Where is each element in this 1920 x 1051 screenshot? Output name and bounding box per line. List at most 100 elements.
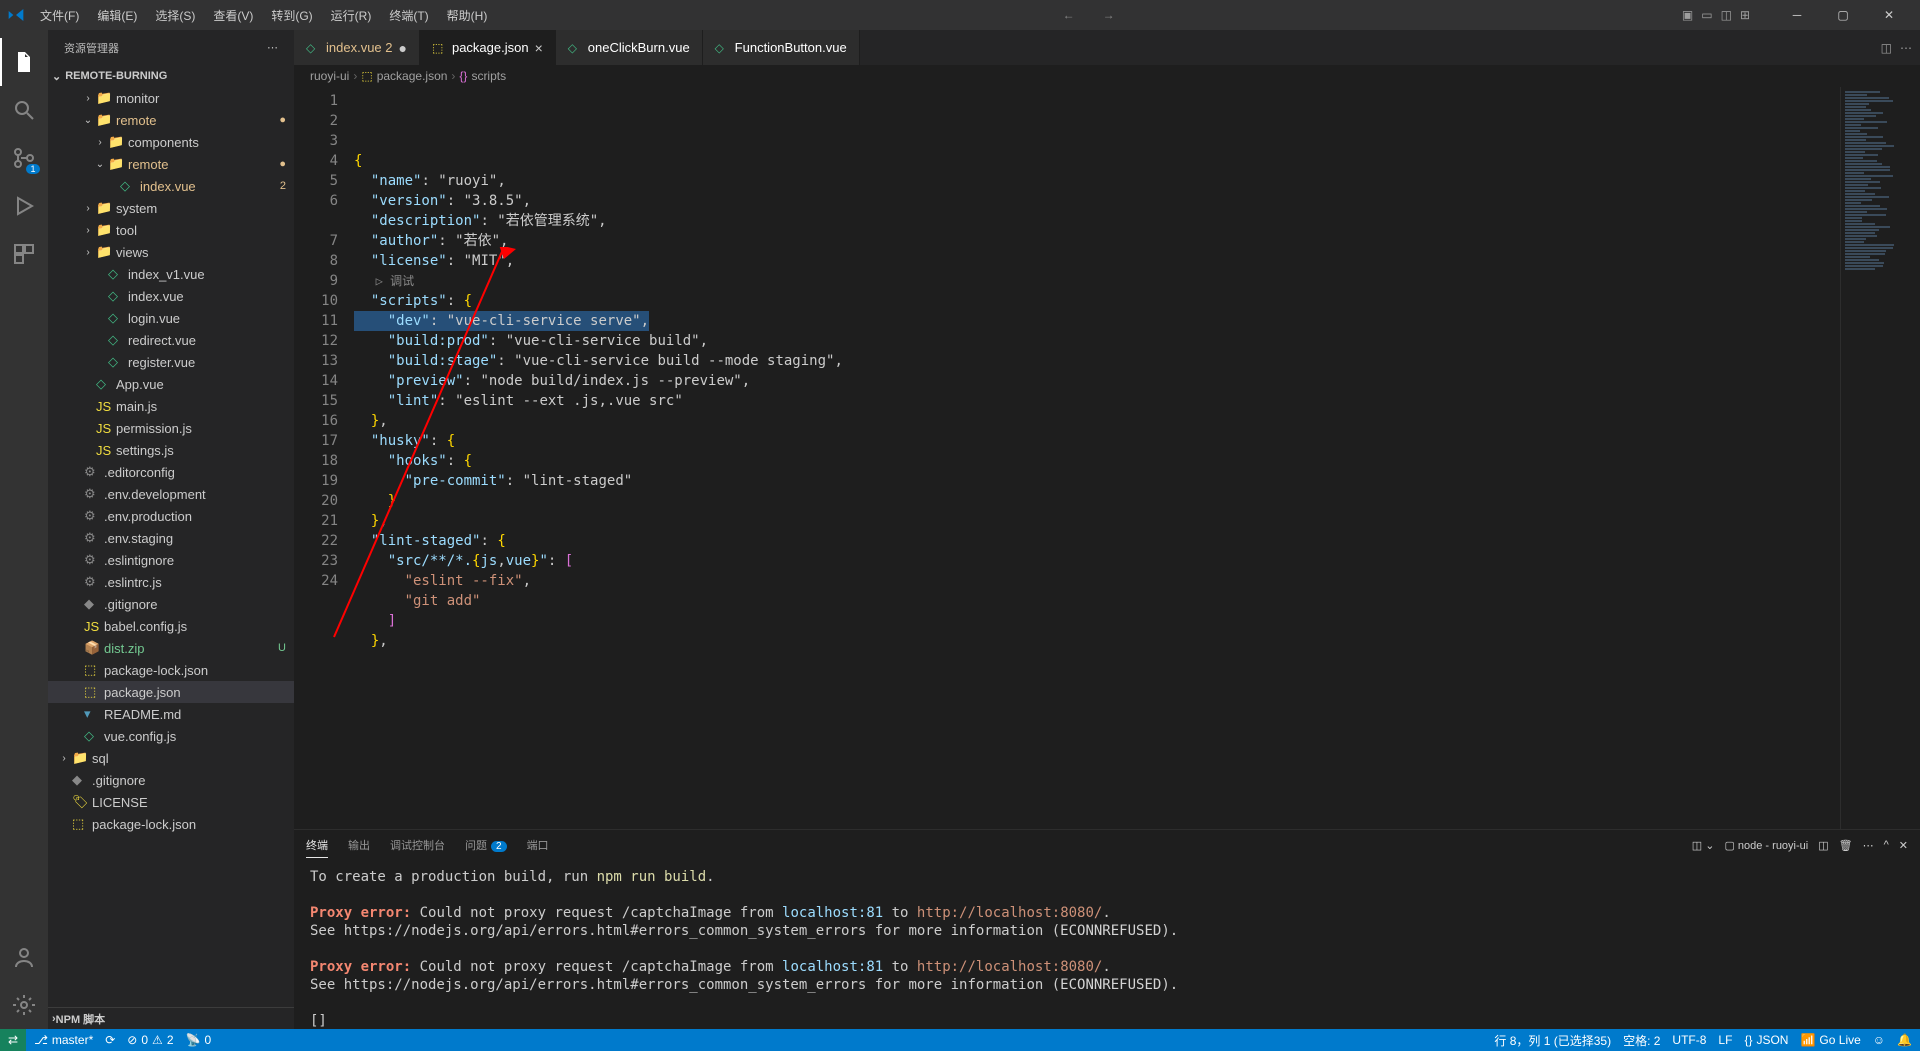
code-line-12[interactable]: "lint": "eslint --ext .js,.vue src" xyxy=(354,391,1840,411)
terminal-split-icon[interactable]: ◫ ⌄ xyxy=(1692,839,1715,852)
activity-debug[interactable] xyxy=(0,182,48,230)
nav-back-icon[interactable]: ← xyxy=(1059,8,1079,22)
tree-item-permission-js[interactable]: JSpermission.js xyxy=(48,417,294,439)
status-golive[interactable]: 📶 Go Live xyxy=(1800,1033,1860,1047)
status-problems[interactable]: ⊘ 0 ⚠ 2 xyxy=(127,1033,173,1047)
code-line-22[interactable]: "git add" xyxy=(354,591,1840,611)
tree-item--editorconfig[interactable]: ⚙.editorconfig xyxy=(48,461,294,483)
tree-item-app-vue[interactable]: ◇App.vue xyxy=(48,373,294,395)
window-maximize-button[interactable]: ▢ xyxy=(1820,0,1866,30)
tree-item-settings-js[interactable]: JSsettings.js xyxy=(48,439,294,461)
tree-item-tool[interactable]: ›📁tool xyxy=(48,219,294,241)
code-editor[interactable]: 123456789101112131415161718192021222324 … xyxy=(294,87,1920,829)
layout-panel-icon[interactable]: ▭ xyxy=(1701,8,1712,22)
code-line-24[interactable]: }, xyxy=(354,631,1840,651)
nav-forward-icon[interactable]: → xyxy=(1099,8,1119,22)
status-spaces[interactable]: 空格: 2 xyxy=(1623,1032,1660,1049)
tree-item-redirect-vue[interactable]: ◇redirect.vue xyxy=(48,329,294,351)
code-line-21[interactable]: "eslint --fix", xyxy=(354,571,1840,591)
code-line-23[interactable]: ] xyxy=(354,611,1840,631)
window-minimize-button[interactable]: ─ xyxy=(1774,0,1820,30)
tree-item-package-json[interactable]: ⬚package.json xyxy=(48,681,294,703)
activity-scm[interactable]: 1 xyxy=(0,134,48,182)
code-line-19[interactable]: "lint-staged": { xyxy=(354,531,1840,551)
menu-selection[interactable]: 选择(S) xyxy=(147,3,203,28)
status-ports[interactable]: 📡 0 xyxy=(186,1033,212,1047)
layout-sidebar-icon[interactable]: ◫ xyxy=(1721,8,1732,22)
tree-item-dist-zip[interactable]: 📦dist.zipU xyxy=(48,637,294,659)
code-line-14[interactable]: "husky": { xyxy=(354,431,1840,451)
code-line-1[interactable]: { xyxy=(354,151,1840,171)
panel-maximize-icon[interactable]: ^ xyxy=(1884,839,1889,851)
code-line-4[interactable]: "description": "若依管理系统", xyxy=(354,211,1840,231)
code-line-3[interactable]: "version": "3.8.5", xyxy=(354,191,1840,211)
terminal-selector[interactable]: ▢ node - ruoyi-ui xyxy=(1724,839,1808,852)
tab-oneclickburn-vue[interactable]: ◇oneClickBurn.vue xyxy=(556,30,703,65)
code-line-7[interactable]: "scripts": { xyxy=(354,291,1840,311)
tree-item-remote[interactable]: ⌄📁remote● xyxy=(48,153,294,175)
menu-go[interactable]: 转到(G) xyxy=(263,3,320,28)
code-line-5[interactable]: "author": "若依", xyxy=(354,231,1840,251)
tree-item-index-vue[interactable]: ◇index.vue xyxy=(48,285,294,307)
panel-more-icon[interactable]: ⋯ xyxy=(1863,839,1874,852)
code-line-8[interactable]: "dev": "vue-cli-service serve", xyxy=(354,311,649,331)
tree-item--env-production[interactable]: ⚙.env.production xyxy=(48,505,294,527)
tree-item-register-vue[interactable]: ◇register.vue xyxy=(48,351,294,373)
menu-terminal[interactable]: 终端(T) xyxy=(381,3,436,28)
tree-item-index-v1-vue[interactable]: ◇index_v1.vue xyxy=(48,263,294,285)
tree-item-sql[interactable]: ›📁sql xyxy=(48,747,294,769)
tree-item-views[interactable]: ›📁views xyxy=(48,241,294,263)
split-editor-icon[interactable]: ◫ xyxy=(1881,41,1892,55)
tree-item--env-development[interactable]: ⚙.env.development xyxy=(48,483,294,505)
tab-package-json[interactable]: ⬚package.json× xyxy=(420,30,556,65)
close-icon[interactable]: × xyxy=(535,40,543,56)
tree-item--env-staging[interactable]: ⚙.env.staging xyxy=(48,527,294,549)
activity-extensions[interactable] xyxy=(0,230,48,278)
sidebar-section-header[interactable]: ⌄ REMOTE-BURNING xyxy=(48,65,294,87)
tree-item--eslintrc-js[interactable]: ⚙.eslintrc.js xyxy=(48,571,294,593)
layout-customize-icon[interactable]: ⊞ xyxy=(1740,8,1750,22)
tree-item--gitignore[interactable]: ◆.gitignore xyxy=(48,769,294,791)
tree-item-package-lock-json[interactable]: ⬚package-lock.json xyxy=(48,813,294,835)
status-cursor[interactable]: 行 8，列 1 (已选择35) xyxy=(1494,1032,1611,1049)
activity-search[interactable] xyxy=(0,86,48,134)
activity-account[interactable] xyxy=(0,933,48,981)
tree-item-components[interactable]: ›📁components xyxy=(48,131,294,153)
code-line-17[interactable]: } xyxy=(354,491,1840,511)
menu-run[interactable]: 运行(R) xyxy=(323,3,380,28)
terminal-kill-icon[interactable]: 🗑 xyxy=(1839,839,1853,852)
code-line-[interactable]: ▷ 调试 xyxy=(354,271,1840,291)
tree-item-system[interactable]: ›📁system xyxy=(48,197,294,219)
remote-indicator[interactable]: ⇄ xyxy=(0,1029,26,1051)
tree-item-monitor[interactable]: ›📁monitor xyxy=(48,87,294,109)
panel-tab-调试控制台[interactable]: 调试控制台 xyxy=(390,833,445,857)
tree-item-readme-md[interactable]: ▾README.md xyxy=(48,703,294,725)
panel-tab-输出[interactable]: 输出 xyxy=(348,833,370,857)
code-line-6[interactable]: "license": "MIT", xyxy=(354,251,1840,271)
code-line-10[interactable]: "build:stage": "vue-cli-service build --… xyxy=(354,351,1840,371)
tree-item-main-js[interactable]: JSmain.js xyxy=(48,395,294,417)
breadcrumb[interactable]: ruoyi-ui › ⬚ package.json › {} scripts xyxy=(294,65,1920,87)
sidebar-more-icon[interactable]: ⋯ xyxy=(267,41,278,54)
terminal-split-pane-icon[interactable]: ◫ xyxy=(1818,839,1828,852)
more-actions-icon[interactable]: ⋯ xyxy=(1900,41,1912,55)
activity-explorer[interactable] xyxy=(0,38,48,86)
tree-item-index-vue[interactable]: ◇index.vue2 xyxy=(48,175,294,197)
panel-tab-端口[interactable]: 端口 xyxy=(527,833,549,857)
tab-functionbutton-vue[interactable]: ◇FunctionButton.vue xyxy=(703,30,860,65)
menu-file[interactable]: 文件(F) xyxy=(32,3,87,28)
tree-item-package-lock-json[interactable]: ⬚package-lock.json xyxy=(48,659,294,681)
code-line-11[interactable]: "preview": "node build/index.js --previe… xyxy=(354,371,1840,391)
code-line-20[interactable]: "src/**/*.{js,vue}": [ xyxy=(354,551,1840,571)
status-encoding[interactable]: UTF-8 xyxy=(1672,1033,1706,1047)
terminal-output[interactable]: To create a production build, run npm ru… xyxy=(294,860,1920,1029)
code-line-13[interactable]: }, xyxy=(354,411,1840,431)
activity-settings[interactable] xyxy=(0,981,48,1029)
menu-view[interactable]: 查看(V) xyxy=(205,3,261,28)
tree-item-vue-config-js[interactable]: ◇vue.config.js xyxy=(48,725,294,747)
tree-item-login-vue[interactable]: ◇login.vue xyxy=(48,307,294,329)
tree-item-license[interactable]: 🏷LICENSE xyxy=(48,791,294,813)
window-close-button[interactable]: ✕ xyxy=(1866,0,1912,30)
panel-close-icon[interactable]: ✕ xyxy=(1899,839,1908,852)
status-branch[interactable]: ⎇ master* xyxy=(34,1033,93,1047)
